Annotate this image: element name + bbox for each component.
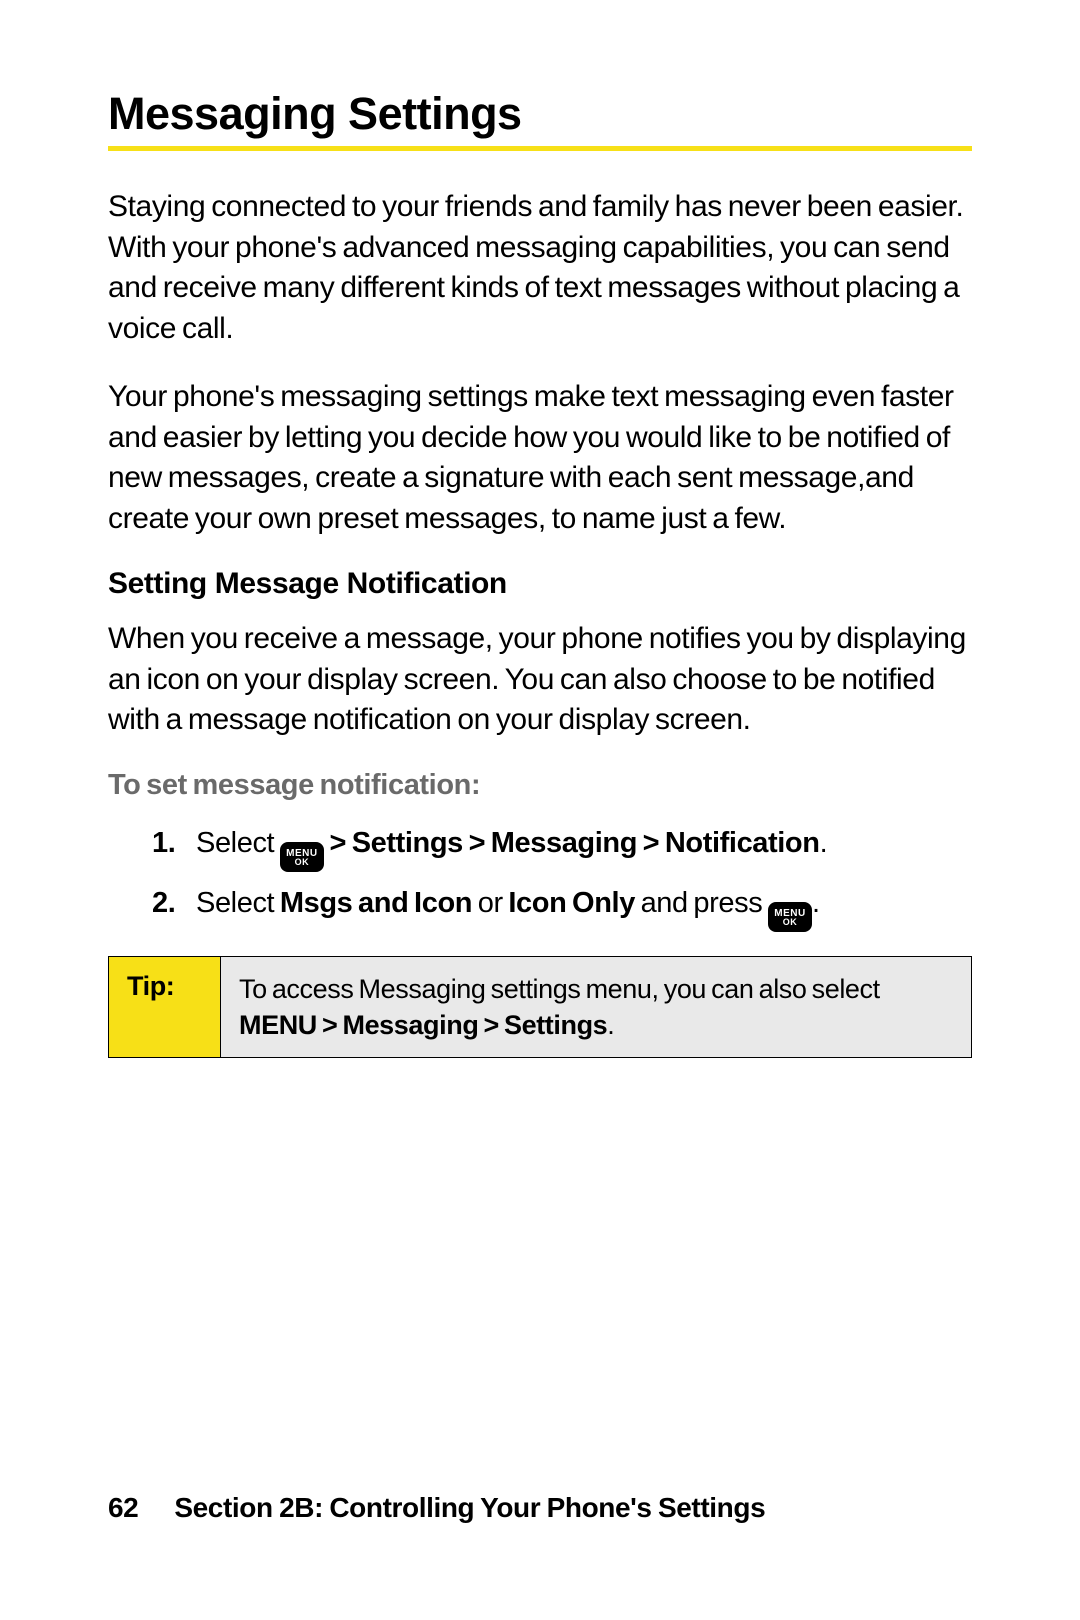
period: . (820, 827, 828, 859)
page-number: 62 (108, 1492, 138, 1523)
subheading-notification: Setting Message Notification (108, 567, 972, 601)
steps-list: 1. Select MENUOK > Settings > Messaging … (108, 822, 972, 932)
notification-paragraph: When you receive a message, your phone n… (108, 619, 972, 741)
step-text: or (472, 887, 508, 919)
step-number: 1. (152, 822, 196, 872)
step-2: 2. Select Msgs and Icon or Icon Only and… (152, 882, 972, 932)
step-text: and press (635, 887, 768, 919)
step-text: Select (196, 827, 280, 859)
intro-paragraph-1: Staying connected to your friends and fa… (108, 187, 972, 349)
page-footer: 62 Section 2B: Controlling Your Phone's S… (108, 1492, 765, 1524)
option-icon-only: Icon Only (508, 887, 635, 919)
period: . (812, 887, 820, 919)
menu-ok-key-icon: MENUOK (280, 842, 324, 872)
option-msgs-icon: Msgs and Icon (280, 887, 472, 919)
tip-menu-word: MENU (239, 1010, 317, 1040)
tip-body: To access Messaging settings menu, you c… (221, 957, 971, 1058)
section-label: Section 2B: Controlling Your Phone's Set… (174, 1492, 765, 1523)
step-1: 1. Select MENUOK > Settings > Messaging … (152, 822, 972, 872)
manual-page: Messaging Settings Staying connected to … (0, 0, 1080, 1620)
intro-paragraph-2: Your phone's messaging settings make tex… (108, 377, 972, 539)
lead-in-text: To set message notification: (108, 769, 972, 802)
menu-path: > Settings > Messaging > Notification (324, 827, 820, 859)
step-number: 2. (152, 882, 196, 932)
step-body: Select MENUOK > Settings > Messaging > N… (196, 822, 972, 872)
period: . (607, 1010, 614, 1040)
menu-ok-key-icon: MENUOK (768, 902, 812, 932)
step-text: Select (196, 887, 280, 919)
tip-label: Tip: (109, 957, 221, 1058)
tip-box: Tip: To access Messaging settings menu, … (108, 956, 972, 1059)
tip-path: > Messaging > Settings (317, 1010, 607, 1040)
page-title: Messaging Settings (108, 88, 972, 151)
tip-text: To access Messaging settings menu, you c… (239, 974, 880, 1004)
step-body: Select Msgs and Icon or Icon Only and pr… (196, 882, 972, 932)
